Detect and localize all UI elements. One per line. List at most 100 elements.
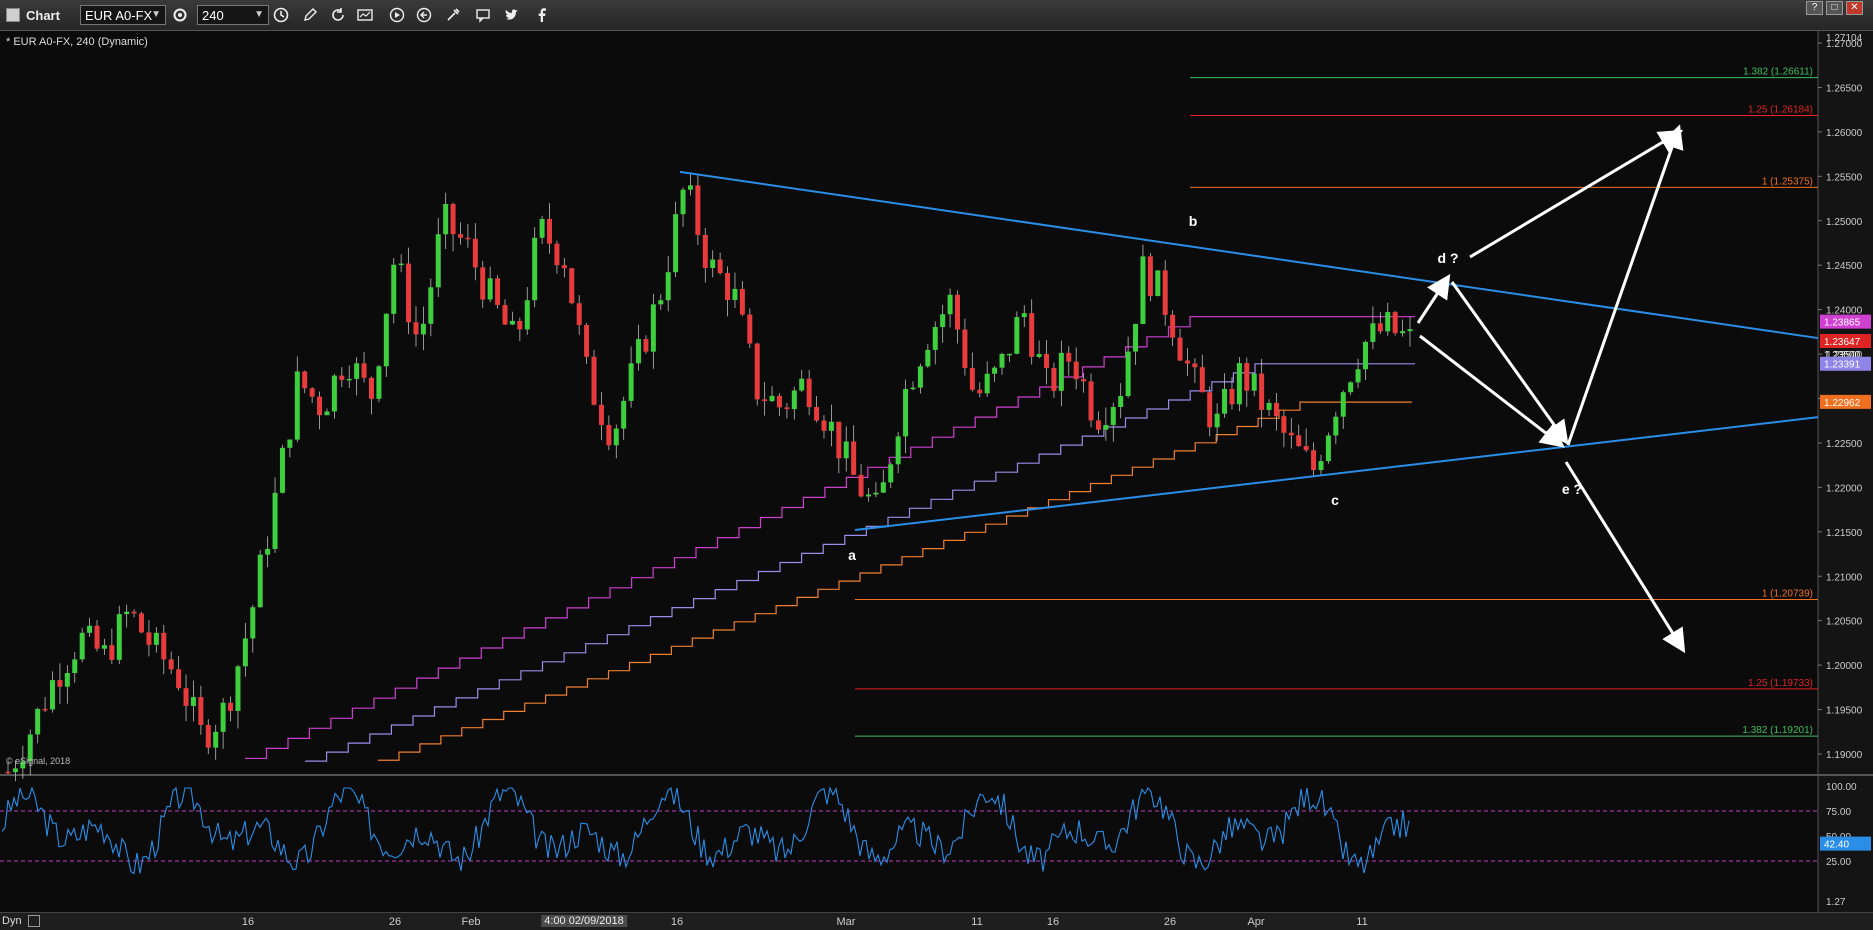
candle-body (1207, 392, 1213, 428)
candle-body (1125, 351, 1131, 397)
candle-body (116, 614, 122, 660)
symbol-select[interactable]: EUR A0-FX ▼ (80, 5, 166, 25)
candle-body (1296, 435, 1302, 447)
chart-app-icon (6, 8, 20, 22)
candle-body (1318, 461, 1324, 471)
facebook-icon[interactable] (532, 5, 552, 25)
refresh-icon[interactable] (328, 5, 348, 25)
oscillator-bottom-label: 1.27 (1826, 897, 1846, 908)
close-button[interactable]: ✕ (1846, 1, 1863, 15)
candle-body (220, 702, 226, 732)
candle-body (747, 314, 753, 344)
candle-body (146, 632, 152, 645)
candle-body (1362, 341, 1368, 370)
candle-body (1266, 402, 1272, 410)
candle-body (457, 234, 463, 238)
candle-body (1162, 270, 1168, 315)
price-chart[interactable]: 1.19000 1.19500 1.20000 1.20500 1.21000 1.215… (0, 31, 1873, 912)
comment-icon[interactable] (473, 5, 493, 25)
candle-body (1184, 360, 1190, 364)
chart-type-icon[interactable] (355, 5, 375, 25)
price-tag-label: 1.22962 (1824, 398, 1861, 409)
candle-body (1229, 388, 1235, 405)
candle-body (643, 339, 649, 352)
candle-body (1140, 256, 1146, 324)
chart-header: * EUR A0-FX, 240 (Dynamic) (6, 36, 148, 48)
candle-body (1385, 312, 1391, 332)
candle-body (94, 625, 100, 649)
y-tick-label: 1.25500 (1826, 172, 1863, 183)
candle-body (1103, 424, 1109, 430)
oscillator-y-tick: 25.00 (1826, 857, 1851, 868)
settings-gear-icon[interactable] (170, 5, 190, 25)
candle-body (673, 214, 679, 273)
candle-body (1311, 450, 1317, 471)
expand-icon[interactable] (28, 915, 40, 927)
candle-body (947, 294, 953, 315)
candle-body (205, 725, 211, 748)
candle-body (1303, 446, 1309, 451)
clock-icon[interactable] (271, 5, 291, 25)
candle-body (1259, 373, 1265, 410)
candle-body (1051, 368, 1057, 391)
wave-label: b (1189, 213, 1198, 229)
candle-body (1281, 416, 1287, 433)
help-button[interactable]: ? (1806, 1, 1823, 15)
candle-body (213, 731, 219, 748)
candle-body (64, 673, 70, 687)
candle-body (354, 363, 360, 379)
candle-body (858, 474, 864, 497)
replay-icon[interactable] (414, 5, 434, 25)
candle-body (509, 320, 515, 325)
candle-body (487, 278, 493, 300)
price-tag-label: 1.23391 (1824, 360, 1861, 371)
candle-body (1340, 392, 1346, 417)
x-tick-label: 16 (1046, 916, 1060, 928)
candle-body (702, 234, 708, 268)
candle-body (346, 378, 352, 381)
candle-body (153, 632, 159, 645)
candle-body (1014, 317, 1020, 354)
candle-body (465, 237, 471, 240)
candle-body (35, 708, 41, 735)
candle-body (1110, 407, 1116, 425)
y-tick-label: 1.21500 (1826, 528, 1863, 539)
play-icon[interactable] (387, 5, 407, 25)
candle-body (821, 420, 827, 431)
candle-body (1325, 435, 1331, 462)
y-tick-label: 1.21000 (1826, 572, 1863, 583)
candle-body (569, 268, 575, 304)
candle-body (87, 625, 93, 633)
candle-body (376, 366, 382, 399)
candle-body (836, 421, 842, 459)
candle-body (42, 708, 48, 711)
candle-body (628, 363, 634, 401)
candle-body (502, 304, 508, 325)
candle-body (265, 548, 271, 555)
candle-body (406, 263, 412, 323)
candle-body (1251, 373, 1257, 391)
candle-body (814, 407, 820, 421)
maximize-button[interactable]: □ (1826, 1, 1843, 15)
candle-body (450, 203, 456, 235)
candle-body (1170, 314, 1176, 338)
twitter-icon[interactable] (502, 5, 522, 25)
fib-label-lower: 1.382 (1.19201) (1742, 725, 1813, 736)
candle-body (198, 697, 204, 726)
candle-body (977, 389, 983, 394)
candle-body (101, 645, 107, 649)
candle-body (1029, 313, 1035, 357)
candle-body (910, 387, 916, 390)
candle-body (999, 353, 1005, 368)
pencil-icon[interactable] (300, 5, 320, 25)
tools-icon[interactable] (443, 5, 463, 25)
candle-body (717, 259, 723, 274)
x-tick-label: 26 (1163, 916, 1177, 928)
interval-select[interactable]: 240 ▼ (197, 5, 269, 25)
candle-body (1407, 329, 1413, 332)
candle-body (324, 411, 330, 416)
candle-body (524, 300, 530, 330)
candle-body (865, 494, 871, 497)
candle-body (799, 378, 805, 391)
candle-body (843, 441, 849, 459)
